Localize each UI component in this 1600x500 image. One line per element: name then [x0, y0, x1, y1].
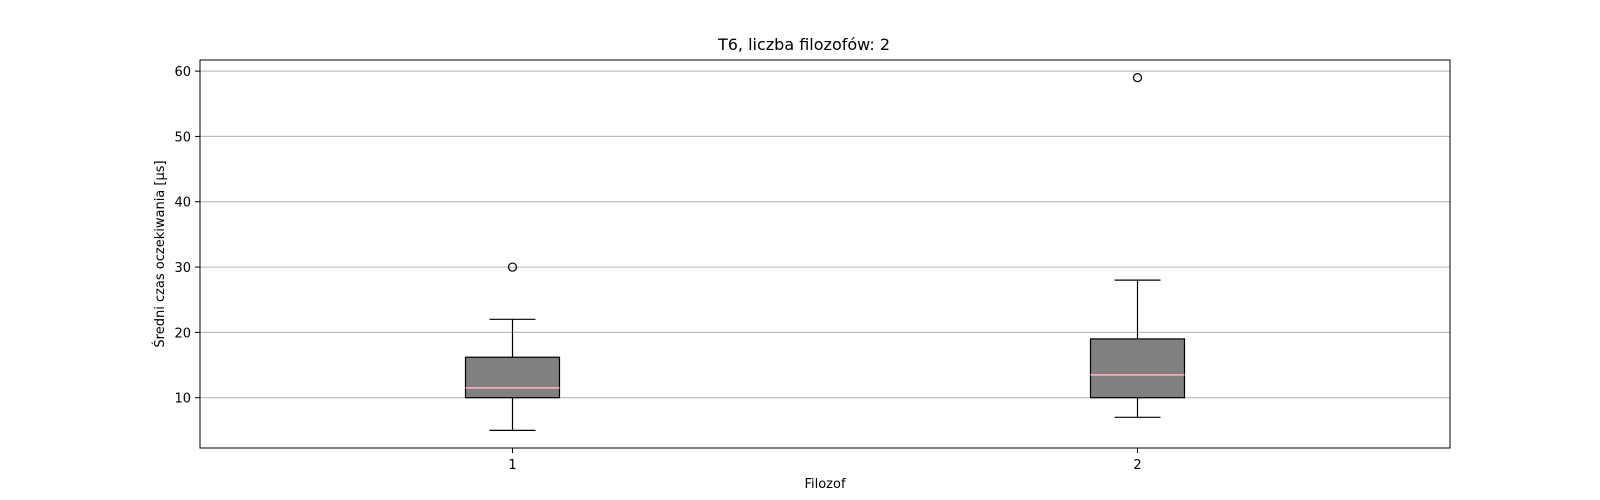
chart-title: T6, liczba filozofów: 2: [717, 35, 890, 54]
y-grid: [200, 70, 1450, 399]
x-axis-label: Filozof: [804, 477, 845, 492]
outlier-point: [1132, 73, 1143, 83]
axes: 10 20 30 40 50 60 1 2: [174, 65, 1141, 473]
box-group-2: [1089, 73, 1186, 418]
box-series: [464, 73, 1186, 431]
x-tick-label: 1: [508, 458, 516, 473]
y-tick-label: 10: [174, 392, 191, 407]
y-axis-label: Średni czas oczekiwania [µs]: [152, 160, 168, 347]
x-tick-label: 2: [1133, 458, 1141, 473]
y-tick-label: 40: [174, 196, 191, 211]
y-tick-label: 20: [174, 326, 191, 341]
iqr-box: [464, 356, 561, 399]
iqr-box: [1089, 338, 1186, 399]
y-tick-label: 60: [174, 65, 191, 80]
y-tick-label: 50: [174, 130, 191, 145]
box-group-1: [464, 262, 561, 431]
y-tick-label: 30: [174, 261, 191, 276]
boxplot-chart: T6, liczba filozofów: 2 10 20 30 40 50 60 1 2 F…: [152, 35, 1451, 492]
plot-frame: [199, 59, 1451, 449]
